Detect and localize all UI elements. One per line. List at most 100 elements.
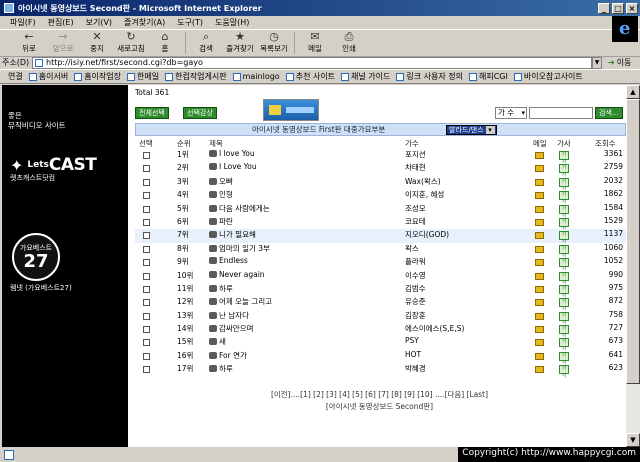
- lyrics-icon[interactable]: 가사: [559, 311, 569, 326]
- row-checkbox[interactable]: [143, 259, 150, 267]
- row-checkbox[interactable]: [143, 178, 150, 186]
- mail-icon[interactable]: [535, 299, 544, 307]
- lyrics-icon[interactable]: 가사: [559, 365, 569, 379]
- home-button[interactable]: ⌂ 홈: [148, 30, 182, 56]
- mail-icon[interactable]: [535, 326, 544, 334]
- mail-icon[interactable]: [535, 152, 544, 159]
- row-title-link[interactable]: 오빠: [209, 176, 233, 187]
- search-input[interactable]: [529, 107, 593, 119]
- link-item[interactable]: 홈이작업장: [74, 71, 121, 82]
- lyrics-icon[interactable]: 가사: [559, 177, 569, 192]
- lyrics-icon[interactable]: 가사: [559, 217, 569, 232]
- scrollbar-thumb[interactable]: [626, 99, 640, 384]
- lyrics-icon[interactable]: 가사: [559, 258, 569, 272]
- go-button[interactable]: ➔ 이동: [608, 57, 631, 68]
- link-item[interactable]: 채널 가이드: [341, 71, 390, 82]
- row-title-link[interactable]: 새: [209, 336, 226, 347]
- mail-icon[interactable]: [535, 366, 544, 374]
- row-title-link[interactable]: Endless: [209, 256, 248, 265]
- second-board-link[interactable]: [아이시넷 동영상보드 Second판]: [133, 401, 626, 412]
- mail-icon[interactable]: [535, 245, 544, 253]
- close-button[interactable]: ×: [626, 2, 638, 14]
- mail-icon[interactable]: [535, 192, 544, 200]
- lyrics-icon[interactable]: 가사: [559, 151, 569, 165]
- lyrics-icon[interactable]: 가사: [559, 231, 569, 245]
- menu-view[interactable]: 보기(V): [86, 17, 112, 28]
- row-title-link[interactable]: I Love You: [209, 162, 257, 171]
- row-title-link[interactable]: 감싸안으며: [209, 323, 254, 334]
- link-item[interactable]: 홈이서버: [28, 71, 68, 82]
- row-checkbox[interactable]: [143, 326, 150, 334]
- mail-icon[interactable]: [535, 259, 544, 267]
- row-title-link[interactable]: For 연가: [209, 350, 247, 361]
- row-title-link[interactable]: 하루: [209, 363, 233, 374]
- address-input[interactable]: http://isiy.net/first/second.cgi?db=gayo: [32, 56, 592, 69]
- banner-image[interactable]: [263, 99, 319, 121]
- row-checkbox[interactable]: [143, 152, 150, 159]
- row-title-link[interactable]: Never again: [209, 270, 265, 279]
- mail-icon[interactable]: [535, 218, 544, 226]
- link-item[interactable]: 추천 사이트: [285, 71, 335, 82]
- mail-icon[interactable]: [535, 352, 544, 360]
- row-title-link[interactable]: I love You: [209, 149, 255, 158]
- vertical-scrollbar[interactable]: ▲ ▼: [626, 85, 640, 447]
- row-checkbox[interactable]: [143, 232, 150, 240]
- search-button[interactable]: ⌕ 검색: [189, 30, 223, 56]
- lyrics-icon[interactable]: 가사: [559, 164, 569, 178]
- menu-file[interactable]: 파일(F): [10, 17, 36, 28]
- menu-favorites[interactable]: 즐겨찾기(A): [124, 17, 165, 28]
- print-button[interactable]: ⎙ 인쇄: [332, 30, 366, 56]
- mail-button[interactable]: ✉ 메일: [298, 30, 332, 56]
- mail-icon[interactable]: [535, 232, 544, 240]
- row-title-link[interactable]: 난 남자다: [209, 310, 249, 321]
- lyrics-icon[interactable]: 가사: [559, 284, 569, 299]
- lyrics-icon[interactable]: 가사: [559, 325, 569, 339]
- maximize-button[interactable]: □: [612, 2, 624, 14]
- row-title-link[interactable]: 니가 필요해: [209, 229, 256, 240]
- link-item[interactable]: 한메일: [127, 71, 159, 82]
- row-checkbox[interactable]: [143, 339, 150, 347]
- favorites-button[interactable]: ★ 즐겨찾기: [223, 30, 257, 56]
- lyrics-icon[interactable]: 가사: [559, 191, 569, 205]
- mail-icon[interactable]: [535, 178, 544, 186]
- listen-selected-button[interactable]: 선택감상: [183, 107, 217, 119]
- pagination[interactable]: [이전]....[1] [2] [3] [4] [5] [6] [7] [8] …: [133, 389, 626, 400]
- mail-icon[interactable]: [535, 165, 544, 173]
- mail-icon[interactable]: [535, 272, 544, 280]
- history-button[interactable]: ◷ 목록보기: [257, 30, 291, 56]
- scroll-down-arrow-icon[interactable]: ▼: [626, 433, 640, 447]
- lyrics-icon[interactable]: 가사: [559, 351, 569, 366]
- mail-icon[interactable]: [535, 339, 544, 347]
- search-submit-button[interactable]: 검색...: [595, 107, 623, 119]
- lyrics-icon[interactable]: 가사: [559, 271, 569, 286]
- lyrics-icon[interactable]: 가사: [559, 338, 569, 352]
- row-checkbox[interactable]: [143, 352, 150, 360]
- link-item[interactable]: 링크 사용자 정의: [396, 71, 463, 82]
- forward-button[interactable]: → 앞으로: [46, 30, 80, 56]
- lyrics-icon[interactable]: 가사: [559, 244, 569, 259]
- row-title-link[interactable]: 하루: [209, 283, 233, 294]
- menu-help[interactable]: 도움말(H): [215, 17, 249, 28]
- link-item[interactable]: 바이오참고사이트: [513, 71, 583, 82]
- mail-icon[interactable]: [535, 312, 544, 320]
- row-checkbox[interactable]: [143, 205, 150, 213]
- menu-tools[interactable]: 도구(T): [177, 17, 203, 28]
- link-item[interactable]: mainlogo: [232, 72, 280, 81]
- row-checkbox[interactable]: [143, 312, 150, 320]
- gayo-best-badge[interactable]: 가요베스트 27: [12, 233, 60, 281]
- row-title-link[interactable]: 엄마의 일기 3부: [209, 243, 270, 254]
- link-item[interactable]: 한컴작업게시판: [165, 71, 227, 82]
- stop-button[interactable]: ✕ 중지: [80, 30, 114, 56]
- row-checkbox[interactable]: [143, 165, 150, 173]
- row-title-link[interactable]: 인형: [209, 189, 233, 200]
- back-button[interactable]: ← 뒤로: [12, 30, 46, 56]
- minimize-button[interactable]: _: [598, 2, 610, 14]
- row-checkbox[interactable]: [143, 272, 150, 280]
- select-all-button[interactable]: 전체선택: [135, 107, 169, 119]
- row-title-link[interactable]: 어제 오늘 그리고: [209, 296, 272, 307]
- lyrics-icon[interactable]: 가사: [559, 204, 569, 219]
- sidebar-top-text[interactable]: 좋은 뮤직비디오 사이트: [8, 111, 66, 131]
- mail-icon[interactable]: [535, 285, 544, 293]
- lyrics-icon[interactable]: 가사: [559, 298, 569, 312]
- row-title-link[interactable]: 다음 사람에게는: [209, 203, 270, 214]
